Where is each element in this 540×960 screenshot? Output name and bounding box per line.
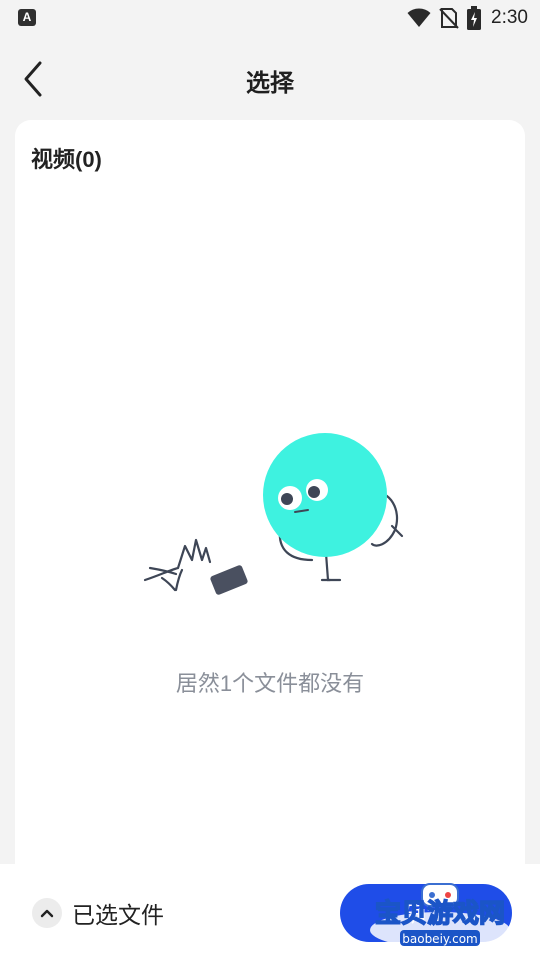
status-icons: 2:30 xyxy=(407,6,528,30)
status-bar: A 2:30 xyxy=(0,0,540,36)
header: 选择 xyxy=(0,44,540,114)
empty-state-illustration xyxy=(143,433,404,595)
wifi-icon xyxy=(407,8,431,27)
empty-state-message: 居然1个文件都没有 xyxy=(175,671,365,696)
bottom-bar: 已选文件 确定 宝贝游戏网 baobeiy.com xyxy=(0,864,540,960)
chevron-up-icon xyxy=(32,898,62,928)
battery-charging-icon xyxy=(467,6,482,30)
section-title: 视频(0) xyxy=(31,147,102,172)
page-title: 选择 xyxy=(246,70,294,97)
status-time: 2:30 xyxy=(491,7,528,28)
content-card: 视频(0) 居然1个文件都没有 xyxy=(15,120,525,880)
confirm-button[interactable]: 确定 xyxy=(340,884,512,942)
notification-icon: A xyxy=(18,9,36,26)
selected-files-toggle[interactable]: 已选文件 xyxy=(32,896,164,930)
no-sim-icon xyxy=(439,8,459,29)
selected-files-label: 已选文件 xyxy=(72,902,164,928)
